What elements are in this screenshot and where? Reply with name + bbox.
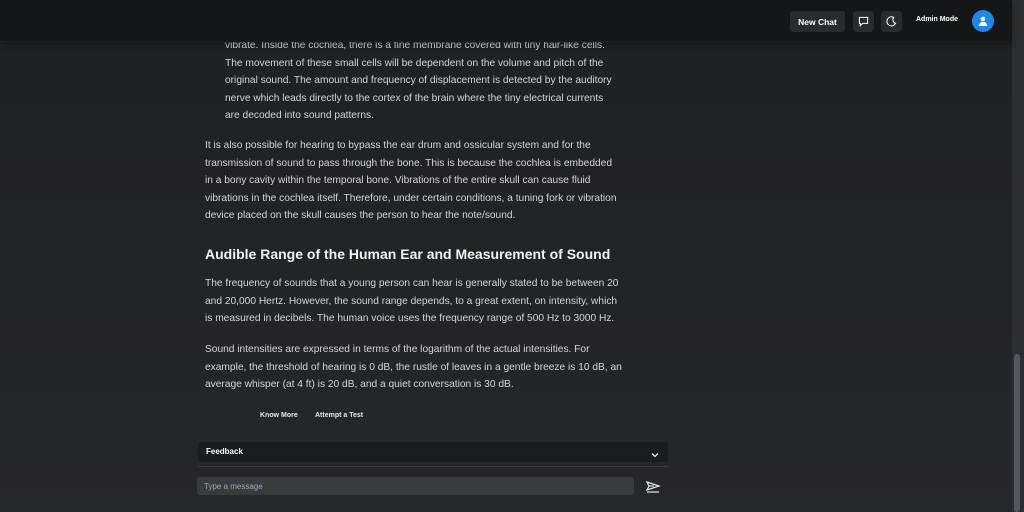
admin-mode-label[interactable]: Admin Mode <box>916 16 958 23</box>
text-line: It is also possible for hearing to bypas… <box>205 140 591 151</box>
know-more-button[interactable]: Know More <box>260 412 298 419</box>
message-input[interactable] <box>197 477 634 495</box>
chat-page: vibrate. Inside the cochlea, there is a … <box>0 0 1024 512</box>
new-chat-button[interactable]: New Chat <box>790 11 845 32</box>
intensity-paragraph: Sound intensities are expressed in terms… <box>205 341 645 394</box>
text-line: is measured in decibels. The human voice… <box>205 313 615 325</box>
scrollbar-thumb[interactable] <box>1014 354 1020 512</box>
moon-icon[interactable] <box>881 11 902 32</box>
text-line: The frequency of sounds that a young per… <box>205 278 619 289</box>
text-line: The movement of these small cells will b… <box>225 57 604 69</box>
text-line: average whisper (at 4 ft) is 20 dB, and … <box>205 379 514 391</box>
text-line: device placed on the skull causes the pe… <box>205 210 516 222</box>
list-item-text: vibrate. Inside the cochlea, there is a … <box>225 37 645 125</box>
text-line: original sound. The amount and frequency… <box>225 75 612 87</box>
chevron-down-icon[interactable] <box>650 447 660 465</box>
bone-conduction-paragraph: It is also possible for hearing to bypas… <box>205 137 645 225</box>
chat-bubble-icon[interactable] <box>853 11 874 32</box>
text-line: vibrations in the cochlea itself. Theref… <box>205 192 617 204</box>
text-line: and 20,000 Hertz. However, the sound ran… <box>205 295 618 307</box>
text-line: Sound intensities are expressed in terms… <box>205 344 590 355</box>
feedback-label: Feedback <box>206 447 243 456</box>
send-icon[interactable] <box>645 478 661 494</box>
text-line: nerve which leads directly to the cortex… <box>225 92 604 104</box>
text-line: are decoded into sound patterns. <box>225 110 374 122</box>
divider <box>198 466 668 467</box>
attempt-test-button[interactable]: Attempt a Test <box>315 412 363 419</box>
chat-content: vibrate. Inside the cochlea, there is a … <box>0 0 1012 512</box>
feedback-accordion[interactable]: Feedback <box>198 442 668 462</box>
user-icon[interactable] <box>972 10 994 32</box>
text-line: in a bony cavity within the temporal bon… <box>205 175 591 187</box>
text-line: example, the threshold of hearing is 0 d… <box>205 361 622 373</box>
frequency-paragraph: The frequency of sounds that a young per… <box>205 275 645 328</box>
section-heading: Audible Range of the Human Ear and Measu… <box>205 246 611 262</box>
top-bar: New Chat Admin Mode <box>0 0 1012 42</box>
text-line: transmission of sound to pass through th… <box>205 157 612 169</box>
